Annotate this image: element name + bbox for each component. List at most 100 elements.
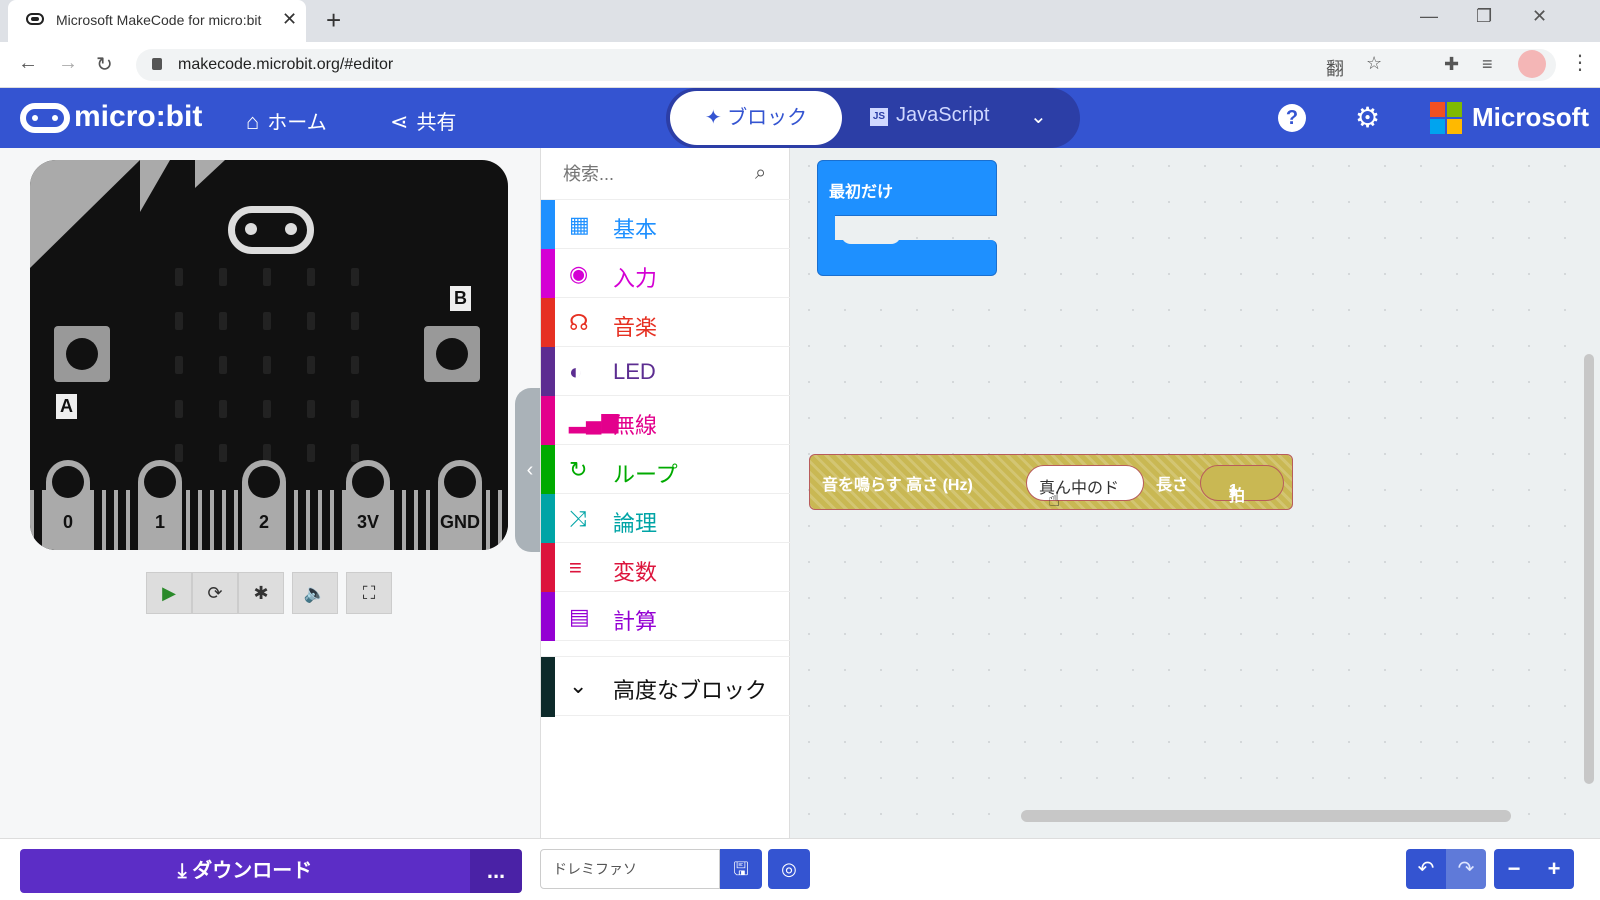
on-start-block[interactable]: 最初だけ bbox=[817, 160, 997, 278]
save-button[interactable]: 🖫 bbox=[720, 849, 762, 889]
new-tab-button[interactable]: + bbox=[326, 5, 341, 36]
minimize-button[interactable]: — bbox=[1420, 6, 1438, 27]
restart-button[interactable]: ⟳ bbox=[192, 572, 238, 614]
pin-1[interactable]: 1 bbox=[138, 460, 182, 550]
led-cell bbox=[351, 400, 359, 418]
browser-menu-icon[interactable]: ⋮ bbox=[1570, 50, 1590, 75]
zoom-in-button[interactable]: + bbox=[1534, 849, 1574, 889]
beat-dropdown[interactable]: 1 ▾ 拍 bbox=[1200, 465, 1284, 505]
microbit-logo-text[interactable]: micro:bit bbox=[74, 100, 202, 134]
forward-button[interactable]: → bbox=[58, 52, 78, 75]
note-picker[interactable]: 真ん中のド bbox=[1026, 465, 1144, 501]
microsoft-logo-icon[interactable] bbox=[1430, 102, 1462, 134]
toolbox-category[interactable]: ☊ 音楽 bbox=[541, 298, 791, 347]
category-icon: ◐ bbox=[569, 359, 583, 384]
category-icon: ▂▄▆ bbox=[569, 408, 619, 433]
extensions-icon[interactable]: ✚ bbox=[1444, 54, 1459, 75]
profile-avatar[interactable] bbox=[1518, 50, 1546, 78]
js-icon: JS bbox=[870, 108, 888, 126]
pin-gnd[interactable]: GND bbox=[438, 460, 482, 550]
github-button[interactable]: ◎ bbox=[768, 849, 810, 889]
led-cell bbox=[307, 400, 315, 418]
toolbox-category[interactable]: ▦ 基本 bbox=[541, 200, 791, 249]
play-tone-block[interactable]: 音を鳴らす 高さ (Hz) 真ん中のド 長さ 1 ▾ 拍 ☝ bbox=[809, 454, 1293, 511]
toolbox-category[interactable]: ⤨ 論理 bbox=[541, 494, 791, 543]
toolbox-category[interactable]: ↻ ループ bbox=[541, 445, 791, 494]
bottom-toolbar: ⤓ ダウンロード ... 🖫 ◎ ↶ ↷ − + bbox=[0, 838, 1600, 900]
share-button[interactable]: ⋖ 共有 bbox=[390, 106, 456, 135]
browser-tab[interactable]: Microsoft MakeCode for micro:bit ✕ bbox=[8, 0, 306, 42]
category-icon: ↻ bbox=[569, 457, 588, 482]
button-b[interactable] bbox=[424, 326, 480, 382]
category-color-bar bbox=[541, 249, 555, 298]
tab-blocks[interactable]: ✦ ブロック bbox=[670, 91, 842, 145]
puzzle-icon: ✦ bbox=[704, 107, 728, 129]
blocks-workspace[interactable]: 最初だけ 音を鳴らす 高さ (Hz) 真ん中のド 長さ 1 ▾ 拍 ☝ bbox=[791, 148, 1600, 838]
category-icon: ▤ bbox=[569, 604, 590, 629]
led-cell bbox=[219, 268, 227, 286]
board-corner-shape bbox=[140, 160, 170, 212]
debug-button[interactable]: ✱ bbox=[238, 572, 284, 614]
mute-button[interactable]: 🔈 bbox=[292, 572, 338, 614]
category-label: 基本 bbox=[613, 217, 658, 242]
toolbox-category[interactable]: ◉ 入力 bbox=[541, 249, 791, 298]
play-button[interactable]: ▶ bbox=[146, 572, 192, 614]
home-label: ホーム bbox=[267, 112, 327, 134]
download-icon: ⤓ bbox=[177, 860, 187, 882]
restore-button[interactable]: ❐ bbox=[1476, 6, 1492, 27]
home-button[interactable]: ⌂ ホーム bbox=[246, 106, 327, 135]
toolbox-category[interactable]: ◐ LED bbox=[541, 347, 791, 396]
microsoft-brand-text[interactable]: Microsoft bbox=[1472, 102, 1589, 133]
translate-icon[interactable]: 翻 bbox=[1326, 55, 1344, 81]
bookmark-star-icon[interactable]: ☆ bbox=[1366, 53, 1382, 74]
chevron-down-icon: ⌄ bbox=[569, 673, 588, 698]
toolbox-category[interactable]: ≡ 変数 bbox=[541, 543, 791, 592]
help-icon[interactable]: ? bbox=[1278, 104, 1306, 132]
pin-0[interactable]: 0 bbox=[46, 460, 90, 550]
microbit-logo-icon[interactable] bbox=[20, 103, 70, 133]
led-cell bbox=[263, 312, 271, 330]
zoom-out-button[interactable]: − bbox=[1494, 849, 1534, 889]
led-cell bbox=[307, 356, 315, 374]
board-logo-touch[interactable] bbox=[228, 206, 314, 254]
led-cell bbox=[263, 356, 271, 374]
horizontal-scrollbar[interactable] bbox=[1021, 810, 1511, 822]
microbit-board[interactable]: A B 0 1 2 3V GND bbox=[30, 160, 508, 550]
settings-gear-icon[interactable]: ⚙ bbox=[1355, 101, 1380, 134]
search-input[interactable] bbox=[561, 160, 741, 188]
tab-javascript[interactable]: JS JavaScript bbox=[870, 104, 989, 127]
led-cell bbox=[175, 268, 183, 286]
led-cell bbox=[351, 444, 359, 462]
fullscreen-button[interactable]: ⛶ bbox=[346, 572, 392, 614]
hand-cursor-icon: ☝ bbox=[1048, 489, 1061, 511]
vertical-scrollbar[interactable] bbox=[1584, 354, 1594, 784]
pin-label: 3V bbox=[356, 512, 380, 532]
undo-button[interactable]: ↶ bbox=[1406, 849, 1446, 889]
pin-2[interactable]: 2 bbox=[242, 460, 286, 550]
back-button[interactable]: ← bbox=[18, 52, 38, 75]
pin-label: 1 bbox=[154, 512, 165, 532]
toolbox-search: ⌕ bbox=[541, 148, 791, 200]
toolbox-category[interactable]: ▤ 計算 bbox=[541, 592, 791, 641]
media-control-icon[interactable]: ≡ bbox=[1482, 54, 1493, 75]
download-more-button[interactable]: ... bbox=[470, 849, 522, 893]
window-close-button[interactable]: ✕ bbox=[1532, 6, 1547, 27]
redo-button[interactable]: ↷ bbox=[1446, 849, 1486, 889]
mode-dropdown-icon[interactable]: ⌄ bbox=[1030, 104, 1047, 129]
pin-3v[interactable]: 3V bbox=[346, 460, 390, 550]
omnibox[interactable]: makecode.microbit.org/#editor 翻 ☆ bbox=[136, 49, 1556, 81]
led-cell bbox=[263, 268, 271, 286]
toolbox-category[interactable]: ▂▄▆ 無線 bbox=[541, 396, 791, 445]
tab-close-icon[interactable]: ✕ bbox=[282, 9, 297, 30]
microbit-favicon-icon bbox=[26, 13, 44, 25]
tab-title: Microsoft MakeCode for micro:bit bbox=[56, 12, 262, 28]
reload-button[interactable]: ↻ bbox=[96, 52, 113, 77]
button-a[interactable] bbox=[54, 326, 110, 382]
length-label: 長さ bbox=[1156, 477, 1189, 494]
download-button[interactable]: ⤓ ダウンロード bbox=[20, 849, 470, 893]
search-icon[interactable]: ⌕ bbox=[755, 162, 766, 185]
project-name-input[interactable] bbox=[540, 849, 720, 889]
advanced-category[interactable]: ⌄ 高度なブロック bbox=[541, 656, 791, 717]
category-color-bar bbox=[541, 543, 555, 592]
led-cell bbox=[219, 444, 227, 462]
